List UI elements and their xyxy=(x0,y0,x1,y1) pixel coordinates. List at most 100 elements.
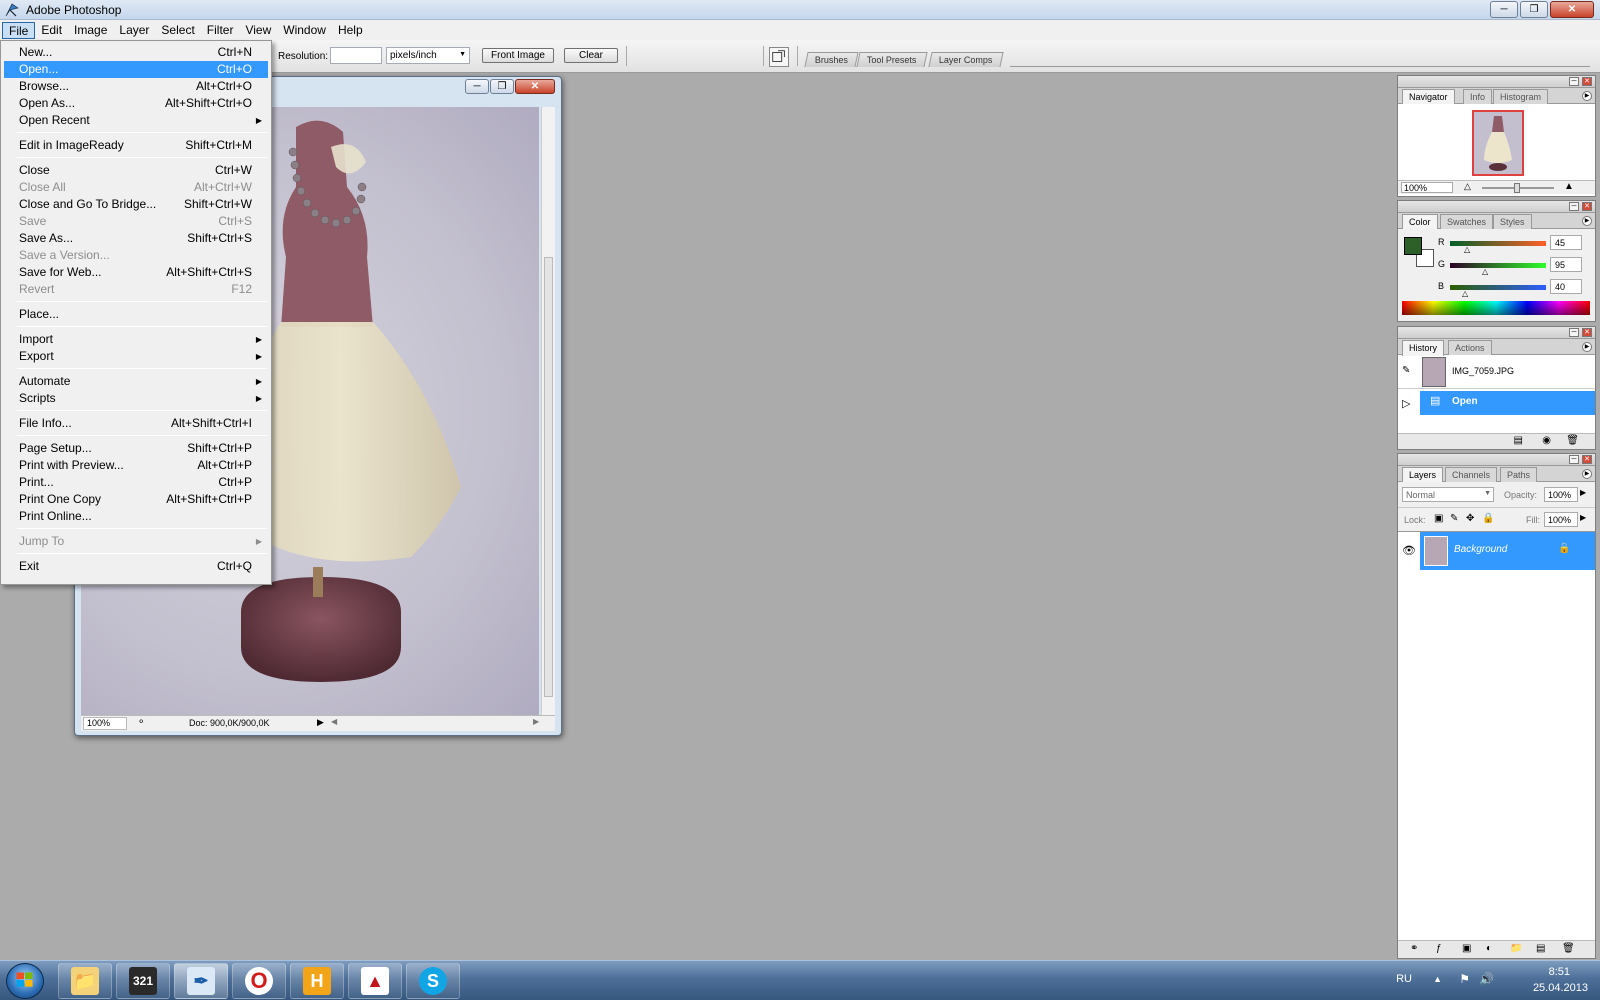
opacity-arrow-icon[interactable]: ▶ xyxy=(1580,488,1586,497)
panel-close-icon[interactable]: ✕ xyxy=(1582,328,1592,337)
g-value-field[interactable]: 95 xyxy=(1550,257,1582,272)
language-indicator[interactable]: RU xyxy=(1396,973,1412,985)
document-zoom-field[interactable]: 100% xyxy=(83,717,127,730)
menu-item-place[interactable]: Place... xyxy=(4,306,268,323)
doc-minimize-button[interactable]: ─ xyxy=(465,79,489,94)
panel-menu-icon[interactable]: ▶ xyxy=(1582,91,1592,101)
navigate-icon[interactable]: ⚬ xyxy=(137,717,145,728)
trash-icon[interactable]: 🗑 xyxy=(1566,435,1579,446)
history-brush-icon[interactable]: ✎ xyxy=(1402,365,1410,376)
new-document-icon[interactable]: ▤ xyxy=(1514,435,1523,446)
scrollbar-thumb[interactable] xyxy=(544,257,553,697)
menu-item-new[interactable]: New... Ctrl+N xyxy=(4,44,268,61)
scroll-right-icon[interactable]: ▶ xyxy=(533,717,539,726)
layer-mask-icon[interactable]: ▣ xyxy=(1462,943,1471,954)
menu-item-browse[interactable]: Browse... Alt+Ctrl+O xyxy=(4,78,268,95)
menu-item-save[interactable]: Save Ctrl+S xyxy=(4,213,268,230)
tab-info[interactable]: Info xyxy=(1463,89,1493,104)
tab-color[interactable]: Color xyxy=(1402,214,1438,230)
history-arrow-icon[interactable]: ▷ xyxy=(1402,397,1410,410)
panel-close-icon[interactable]: ✕ xyxy=(1582,202,1592,211)
menu-item-export[interactable]: Export ▶ xyxy=(4,348,268,365)
tab-history[interactable]: History xyxy=(1402,340,1445,356)
tab-histogram[interactable]: Histogram xyxy=(1493,89,1549,104)
tab-channels[interactable]: Channels xyxy=(1445,467,1498,482)
lock-brush-icon[interactable]: ✎ xyxy=(1450,513,1458,524)
tab-layers[interactable]: Layers xyxy=(1402,467,1444,483)
menu-item-page-setup[interactable]: Page Setup... Shift+Ctrl+P xyxy=(4,440,268,457)
menu-item-edit-in-imageready[interactable]: Edit in ImageReady Shift+Ctrl+M xyxy=(4,137,268,154)
opacity-field[interactable]: 100% xyxy=(1544,487,1578,502)
panel-close-icon[interactable]: ✕ xyxy=(1582,77,1592,86)
volume-icon[interactable]: 🔊 xyxy=(1479,972,1494,986)
adjustment-layer-icon[interactable]: ◐ xyxy=(1486,943,1492,954)
taskbar-acrobat[interactable]: ▲ xyxy=(348,963,402,999)
taskbar-skype[interactable]: S xyxy=(406,963,460,999)
show-hidden-icons-icon[interactable]: ▲ xyxy=(1433,974,1442,984)
menu-item-print[interactable]: Print... Ctrl+P xyxy=(4,474,268,491)
menu-item-exit[interactable]: Exit Ctrl+Q xyxy=(4,558,268,575)
history-snapshot-row[interactable]: ✎ IMG_7059.JPG xyxy=(1398,355,1595,389)
navigator-preview[interactable] xyxy=(1398,104,1595,180)
menu-file[interactable]: File xyxy=(2,21,36,39)
zoom-out-icon[interactable]: △ xyxy=(1464,181,1471,192)
navigator-view-box[interactable] xyxy=(1472,110,1524,176)
menu-item-open-recent[interactable]: Open Recent ▶ xyxy=(4,112,268,129)
tab-swatches[interactable]: Swatches xyxy=(1440,214,1494,229)
zoom-slider-thumb[interactable] xyxy=(1514,183,1520,193)
front-image-button[interactable]: Front Image xyxy=(482,48,554,63)
doc-restore-button[interactable]: ❐ xyxy=(490,79,514,94)
minimize-button[interactable]: ─ xyxy=(1490,1,1518,18)
history-state-open[interactable]: ▤ Open xyxy=(1420,391,1595,415)
link-layers-icon[interactable]: ⚭ xyxy=(1410,943,1418,954)
clock-time[interactable]: 8:51 xyxy=(1549,966,1570,978)
foreground-color-swatch[interactable] xyxy=(1404,237,1422,255)
eye-icon[interactable]: 👁 xyxy=(1402,544,1416,557)
menu-item-save-as[interactable]: Save As... Shift+Ctrl+S xyxy=(4,230,268,247)
blend-mode-select[interactable]: Normal ▼ xyxy=(1402,487,1494,502)
tab-styles[interactable]: Styles xyxy=(1493,214,1532,229)
clock-date[interactable]: 25.04.2013 xyxy=(1533,982,1588,994)
new-layer-icon[interactable]: ▤ xyxy=(1536,943,1545,954)
panel-minimize-icon[interactable]: ─ xyxy=(1569,77,1579,86)
color-ramp[interactable] xyxy=(1402,301,1590,315)
well-tab-tool-presets[interactable]: Tool Presets xyxy=(856,52,928,67)
menu-item-automate[interactable]: Automate ▶ xyxy=(4,373,268,390)
menu-item-print-with-preview[interactable]: Print with Preview... Alt+Ctrl+P xyxy=(4,457,268,474)
taskbar-media-player[interactable]: 321 xyxy=(116,963,170,999)
taskbar-explorer[interactable]: 📁 xyxy=(58,963,112,999)
start-button[interactable] xyxy=(6,963,44,999)
menu-item-file-info[interactable]: File Info... Alt+Shift+Ctrl+I xyxy=(4,415,268,432)
fill-arrow-icon[interactable]: ▶ xyxy=(1580,513,1586,522)
taskbar-opera[interactable]: O xyxy=(232,963,286,999)
tab-paths[interactable]: Paths xyxy=(1500,467,1538,482)
r-slider-thumb[interactable]: △ xyxy=(1464,245,1470,254)
tab-navigator[interactable]: Navigator xyxy=(1402,89,1455,105)
new-group-icon[interactable]: 📁 xyxy=(1510,943,1522,954)
new-snapshot-icon[interactable]: ◉ xyxy=(1542,435,1551,446)
menu-filter[interactable]: Filter xyxy=(201,22,240,39)
menu-view[interactable]: View xyxy=(239,22,277,39)
menu-window[interactable]: Window xyxy=(277,22,332,39)
menu-item-print-online[interactable]: Print Online... xyxy=(4,508,268,525)
r-value-field[interactable]: 45 xyxy=(1550,235,1582,250)
taskbar-photoshop[interactable]: ✒ xyxy=(174,963,228,999)
scroll-left-icon[interactable]: ◀ xyxy=(331,717,337,726)
lock-transparency-icon[interactable]: ▣ xyxy=(1434,513,1443,524)
restore-button[interactable]: ❐ xyxy=(1520,1,1548,18)
palette-well-icon[interactable] xyxy=(769,47,789,67)
lock-move-icon[interactable]: ✥ xyxy=(1466,513,1474,524)
close-button[interactable]: ✕ xyxy=(1550,1,1594,18)
layer-style-icon[interactable]: ƒ xyxy=(1436,943,1442,954)
menu-item-open[interactable]: Open... Ctrl+O xyxy=(4,61,268,78)
menu-select[interactable]: Select xyxy=(155,22,200,39)
navigator-zoom-field[interactable]: 100% xyxy=(1401,182,1453,193)
document-vertical-scrollbar[interactable] xyxy=(541,107,555,715)
menu-item-open-as[interactable]: Open As... Alt+Shift+Ctrl+O xyxy=(4,95,268,112)
layer-row-background[interactable]: 👁 Background 🔒 xyxy=(1398,532,1595,570)
well-tab-layer-comps[interactable]: Layer Comps xyxy=(928,52,1004,67)
menu-item-close-all[interactable]: Close All Alt+Ctrl+W xyxy=(4,179,268,196)
clear-button[interactable]: Clear xyxy=(564,48,618,63)
menu-item-save-a-version[interactable]: Save a Version... xyxy=(4,247,268,264)
menu-help[interactable]: Help xyxy=(332,22,369,39)
